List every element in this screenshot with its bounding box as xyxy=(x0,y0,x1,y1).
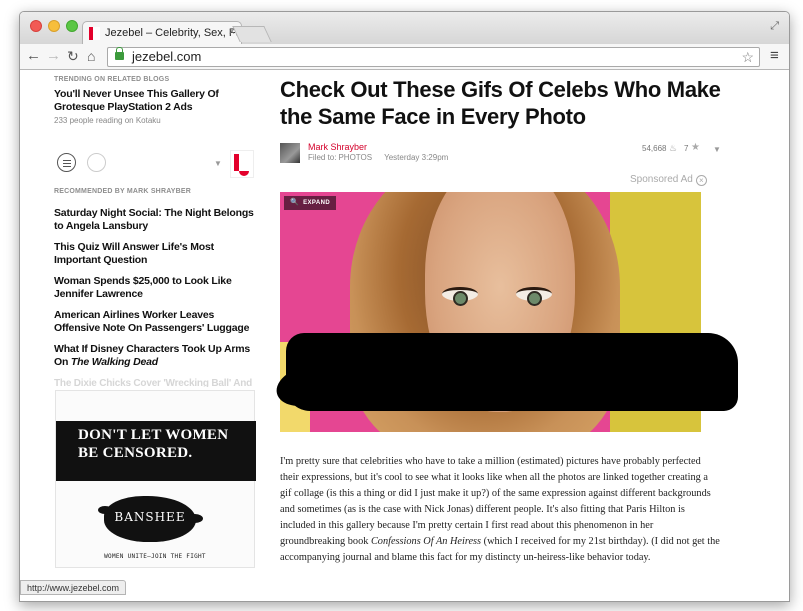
recommended-item[interactable]: Woman Spends $25,000 to Look Like Jennif… xyxy=(54,275,254,301)
title-bar: Jezebel – Celebrity, Sex, Fas × ⤢ xyxy=(20,12,789,45)
lock-icon xyxy=(115,47,124,60)
ad-headline-line2: BE CENSORED. xyxy=(78,445,193,461)
like-star-icon[interactable]: ★ xyxy=(691,142,700,153)
empty-circle-icon[interactable] xyxy=(87,153,106,172)
list-view-icon[interactable] xyxy=(57,153,76,172)
zoom-window-button[interactable] xyxy=(66,20,78,32)
sponsored-text: Sponsored Ad xyxy=(630,174,693,185)
avatar[interactable] xyxy=(280,143,300,163)
recommended-item[interactable]: American Airlines Worker Leaves Offensiv… xyxy=(54,309,254,335)
trending-link[interactable]: You'll Never Unsee This Gallery Of Grote… xyxy=(54,88,254,114)
article-body: I'm pretty sure that celebrities who hav… xyxy=(280,454,720,566)
timestamp[interactable]: Yesterday 3:29pm xyxy=(384,153,448,162)
address-bar[interactable]: jezebel.com ☆ xyxy=(107,47,760,67)
article: Check Out These Gifs Of Celebs Who Make … xyxy=(272,71,740,563)
home-button[interactable]: ⌂ xyxy=(87,47,95,65)
body-text: I'm pretty sure that celebrities who hav… xyxy=(280,456,711,547)
article-title: Check Out These Gifs Of Celebs Who Make … xyxy=(280,77,721,129)
flame-icon: ♨ xyxy=(669,143,678,153)
fullscreen-icon[interactable]: ⤢ xyxy=(770,20,779,33)
ad-splat-logo: BANSHEE xyxy=(98,496,203,542)
ad-brand: BANSHEE xyxy=(114,510,186,524)
jezebel-logo-icon[interactable] xyxy=(230,150,254,178)
reload-button[interactable]: ↻ xyxy=(67,47,79,65)
author-link[interactable]: Mark Shrayber xyxy=(308,142,367,152)
bookmark-star-icon[interactable]: ☆ xyxy=(741,49,754,66)
sponsored-ad-label[interactable]: Sponsored Ad × xyxy=(630,174,707,186)
sidebar-ad[interactable]: DON'T LET WOMEN BE CENSORED. BANSHEE WOM… xyxy=(55,390,256,568)
page-viewport: TRENDING ON RELATED BLOGS You'll Never U… xyxy=(20,71,789,601)
browser-window: Jezebel – Celebrity, Sex, Fas × ⤢ ← → ↻ … xyxy=(19,11,790,602)
trending-label: TRENDING ON RELATED BLOGS xyxy=(54,76,170,83)
minimize-window-button[interactable] xyxy=(48,20,60,32)
trending-meta: 233 people reading on Kotaku xyxy=(54,116,161,125)
redaction-brush-stroke xyxy=(286,333,738,411)
chevron-down-icon[interactable]: ▼ xyxy=(713,145,721,154)
expand-label: EXPAND xyxy=(303,200,331,206)
filed-label: Filed to: xyxy=(308,153,337,162)
recommended-list: Saturday Night Social: The Night Belongs… xyxy=(54,207,254,395)
sidebar: TRENDING ON RELATED BLOGS You'll Never U… xyxy=(54,71,254,387)
filed-category[interactable]: PHOTOS xyxy=(338,153,372,162)
expand-button[interactable]: 🔍 EXPAND xyxy=(284,196,337,210)
status-bar: http://www.jezebel.com xyxy=(20,580,127,595)
browser-tab[interactable]: Jezebel – Celebrity, Sex, Fas × xyxy=(82,21,242,45)
recommended-item[interactable]: Saturday Night Social: The Night Belongs… xyxy=(54,207,254,233)
filed-info: Filed to: PHOTOS Yesterday 3:29pm xyxy=(308,153,448,162)
forward-button[interactable]: → xyxy=(46,47,61,65)
browser-menu-icon[interactable]: ≡ xyxy=(770,48,779,64)
recommended-item-faded[interactable]: The Dixie Chicks Cover 'Wrecking Ball' A… xyxy=(54,377,254,387)
like-count: 7 xyxy=(684,144,689,153)
recommended-item-italic: The Walking Dead xyxy=(70,356,158,368)
recommended-item[interactable]: What If Disney Characters Took Up Arms O… xyxy=(54,343,254,369)
browser-toolbar: ← → ↻ ⌂ jezebel.com ☆ ≡ xyxy=(20,44,789,70)
ad-headline: DON'T LET WOMEN BE CENSORED. xyxy=(78,426,228,462)
photo-eye xyxy=(442,287,478,306)
ad-banner: DON'T LET WOMEN BE CENSORED. xyxy=(56,421,256,481)
jezebel-favicon-icon xyxy=(89,27,100,40)
photo-eye xyxy=(516,287,552,306)
sidebar-tools: ▼ xyxy=(54,150,254,180)
back-button[interactable]: ← xyxy=(26,47,41,65)
view-count: 54,668 xyxy=(642,144,667,153)
address-url: jezebel.com xyxy=(132,49,202,64)
recommended-label: RECOMMENDED BY MARK SHRAYBER xyxy=(54,188,192,195)
book-title: Confessions Of An Heiress xyxy=(370,536,482,547)
ad-headline-line1: DON'T LET WOMEN xyxy=(78,427,229,443)
new-tab-button[interactable] xyxy=(232,26,272,42)
close-icon[interactable]: × xyxy=(695,175,707,186)
recommended-item[interactable]: This Quiz Will Answer Life's Most Import… xyxy=(54,241,254,267)
tab-title: Jezebel – Celebrity, Sex, Fas xyxy=(105,27,242,39)
byline: Mark Shrayber Filed to: PHOTOS Yesterday 3… xyxy=(280,140,721,166)
search-icon: 🔍 xyxy=(290,199,300,206)
ad-tagline: WOMEN UNITE—JOIN THE FIGHT xyxy=(104,553,206,560)
chevron-down-icon[interactable]: ▼ xyxy=(214,159,222,168)
close-window-button[interactable] xyxy=(30,20,42,32)
